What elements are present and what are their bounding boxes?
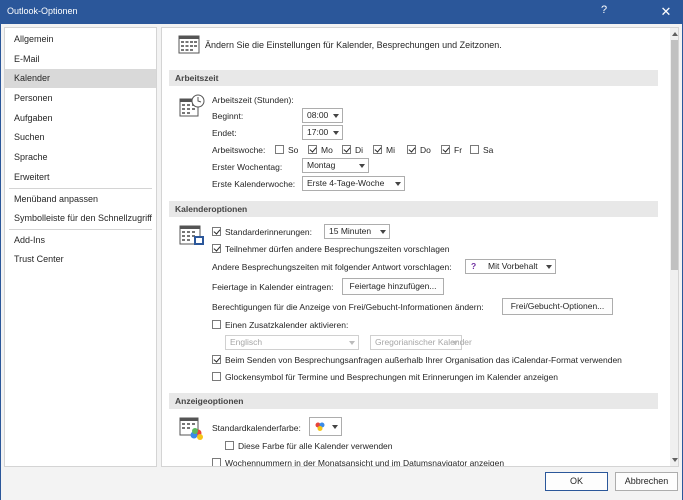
teilnehmer-checkbox[interactable] — [212, 244, 221, 253]
glocke-checkbox[interactable] — [212, 372, 221, 381]
beginn-dropdown[interactable]: 08:00 — [302, 108, 343, 123]
erste-kalenderwoche-dropdown[interactable]: Erste 4-Tage-Woche — [302, 176, 405, 191]
antwort-dropdown[interactable]: ? Mit Vorbehalt — [465, 259, 556, 274]
chevron-down-icon — [332, 425, 338, 429]
sidebar-item-erweitert[interactable]: Erweitert — [5, 168, 156, 187]
chevron-down-icon — [333, 131, 339, 135]
erster-wochentag-label: Erster Wochentag: — [212, 162, 283, 172]
erste-kalenderwoche-label: Erste Kalenderwoche: — [212, 179, 296, 189]
sidebar-item-email[interactable]: E-Mail — [5, 50, 156, 69]
beginn-label: Beginnt: — [212, 111, 244, 121]
teilnehmer-label: Teilnehmer dürfen andere Besprechungszei… — [225, 244, 450, 254]
sidebar-item-aufgaben[interactable]: Aufgaben — [5, 109, 156, 128]
glocke-label: Glockensymbol für Termine und Besprechun… — [225, 372, 558, 382]
icalendar-label: Beim Senden von Besprechungsanfragen auß… — [225, 355, 622, 365]
chevron-down-icon — [546, 265, 552, 269]
vertical-scrollbar[interactable] — [670, 28, 678, 466]
window-title: Outlook-Optionen — [7, 6, 78, 16]
day-label-do: Do — [420, 145, 431, 155]
erinnerungen-dropdown[interactable]: 15 Minuten — [324, 224, 390, 239]
calendar-color-icon — [179, 417, 203, 440]
day-checkbox-so[interactable] — [275, 145, 284, 154]
close-button[interactable]: ✕ — [653, 2, 679, 22]
chevron-down-icon — [380, 230, 386, 234]
scroll-up-icon[interactable] — [672, 32, 678, 36]
day-checkbox-di[interactable] — [342, 145, 351, 154]
arbeitszeit-label: Arbeitszeit (Stunden): — [212, 95, 294, 105]
diese-farbe-label: Diese Farbe für alle Kalender verwenden — [238, 441, 393, 451]
farbe-dropdown[interactable] — [309, 417, 342, 436]
chevron-down-icon — [395, 182, 401, 186]
sidebar-item-personen[interactable]: Personen — [5, 89, 156, 108]
farbe-label: Standardkalenderfarbe: — [212, 423, 301, 433]
sidebar-item-kalender[interactable]: Kalender — [5, 69, 156, 88]
erinnerungen-label: Standarderinnerungen: — [225, 227, 312, 237]
feiertage-label: Feiertage in Kalender eintragen: — [212, 282, 334, 292]
sidebar-item-allgemein[interactable]: Allgemein — [5, 30, 156, 49]
zusatzkalender-label: Einen Zusatzkalender aktivieren: — [225, 320, 349, 330]
color-palette-icon — [315, 422, 325, 431]
intro-text: Ändern Sie die Einstellungen für Kalende… — [205, 40, 502, 50]
day-checkbox-sa[interactable] — [470, 145, 479, 154]
icalendar-checkbox[interactable] — [212, 355, 221, 364]
sidebar-item-trustcenter[interactable]: Trust Center — [5, 250, 156, 269]
sidebar-item-sprache[interactable]: Sprache — [5, 148, 156, 167]
day-checkbox-mi[interactable] — [373, 145, 382, 154]
frei-gebucht-button[interactable]: Frei/Gebucht-Optionen... — [502, 298, 613, 315]
day-label-sa: Sa — [483, 145, 494, 155]
wochennummern-checkbox[interactable] — [212, 458, 221, 466]
ende-dropdown[interactable]: 17:00 — [302, 125, 343, 140]
ok-button[interactable]: OK — [545, 472, 608, 491]
chevron-down-icon — [452, 341, 458, 345]
diese-farbe-checkbox[interactable] — [225, 441, 234, 450]
arbeitswoche-label: Arbeitswoche: — [212, 145, 266, 155]
sidebar-item-suchen[interactable]: Suchen — [5, 128, 156, 147]
main-panel: Ändern Sie die Einstellungen für Kalende… — [161, 27, 679, 467]
section-kalenderoptionen: Kalenderoptionen — [169, 201, 658, 217]
sidebar-item-menueband[interactable]: Menüband anpassen — [5, 190, 156, 209]
sidebar-divider — [9, 229, 152, 230]
zusatz-kalender-dropdown[interactable]: Gregorianischer Kalender — [370, 335, 472, 350]
question-mark-icon: ? — [471, 261, 477, 271]
frei-gebucht-label: Berechtigungen für die Anzeige von Frei/… — [212, 302, 484, 312]
sidebar-divider — [9, 188, 152, 189]
section-arbeitszeit: Arbeitszeit — [169, 70, 658, 86]
help-button[interactable]: ? — [601, 4, 607, 16]
title-bar: Outlook-Optionen ? ✕ — [0, 0, 683, 24]
sidebar: Allgemein E-Mail Kalender Personen Aufga… — [4, 27, 157, 467]
zusatzkalender-checkbox[interactable] — [212, 320, 221, 329]
zusatz-sprache-dropdown[interactable]: Englisch — [225, 335, 359, 350]
scroll-thumb[interactable] — [671, 40, 678, 270]
day-label-so: So — [288, 145, 299, 155]
work-time-icon — [179, 94, 205, 117]
feiertage-button[interactable]: Feiertage hinzufügen... — [342, 278, 444, 295]
wochennummern-label: Wochennummern in der Monatsansicht und i… — [225, 458, 505, 467]
day-label-fr: Fr — [454, 145, 463, 155]
chevron-down-icon — [359, 164, 365, 168]
calendar-options-icon — [179, 225, 204, 245]
scroll-down-icon[interactable] — [672, 458, 678, 462]
erinnerungen-checkbox[interactable] — [212, 227, 221, 236]
ende-label: Endet: — [212, 128, 237, 138]
erster-wochentag-dropdown[interactable]: Montag — [302, 158, 369, 173]
day-checkbox-do[interactable] — [407, 145, 416, 154]
day-checkbox-mo[interactable] — [308, 145, 317, 154]
section-anzeigeoptionen: Anzeigeoptionen — [169, 393, 658, 409]
sidebar-item-schnellzugriff[interactable]: Symbolleiste für den Schnellzugriff — [5, 209, 156, 228]
day-label-mo: Mo — [321, 145, 333, 155]
chevron-down-icon — [349, 341, 355, 345]
chevron-down-icon — [333, 114, 339, 118]
day-checkbox-fr[interactable] — [441, 145, 450, 154]
sidebar-item-addins[interactable]: Add-Ins — [5, 231, 156, 250]
antwort-label: Andere Besprechungszeiten mit folgender … — [212, 262, 452, 272]
day-label-mi: Mi — [386, 145, 395, 155]
calendar-icon — [178, 35, 200, 54]
day-label-di: Di — [355, 145, 364, 155]
cancel-button[interactable]: Abbrechen — [615, 472, 678, 491]
